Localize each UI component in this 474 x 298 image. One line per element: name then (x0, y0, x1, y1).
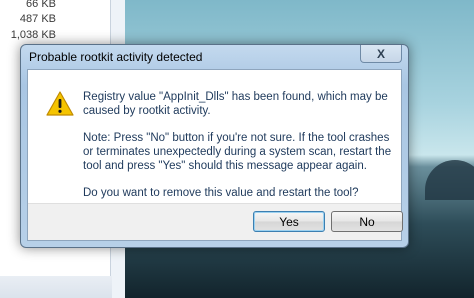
file-size: 487 KB (19, 13, 56, 25)
explorer-status-bar (0, 276, 112, 298)
file-size: 66 KB (26, 0, 56, 10)
dialog-client-area: Registry value "AppInit_Dlls" has been f… (27, 69, 403, 241)
yes-button[interactable]: Yes (253, 211, 325, 232)
dialog-title: Probable rootkit activity detected (29, 50, 203, 64)
no-button[interactable]: No (331, 211, 403, 232)
rootkit-dialog: Probable rootkit activity detected X Reg… (20, 44, 409, 248)
dialog-content: Registry value "AppInit_Dlls" has been f… (28, 70, 401, 207)
dialog-button-bar: Yes No (28, 203, 403, 240)
file-size: 1,038 KB (10, 29, 56, 41)
close-icon: X (376, 46, 385, 61)
warning-icon (46, 91, 74, 116)
message-note: Note: Press "No" button if you're not su… (83, 132, 392, 172)
desktop-scenery (425, 160, 474, 200)
dialog-titlebar[interactable]: Probable rootkit activity detected X (21, 45, 408, 69)
message-registry: Registry value "AppInit_Dlls" has been f… (83, 91, 388, 117)
close-button[interactable]: X (360, 45, 402, 63)
dialog-message: Registry value "AppInit_Dlls" has been f… (83, 90, 393, 213)
message-question: Do you want to remove this value and res… (83, 187, 359, 199)
